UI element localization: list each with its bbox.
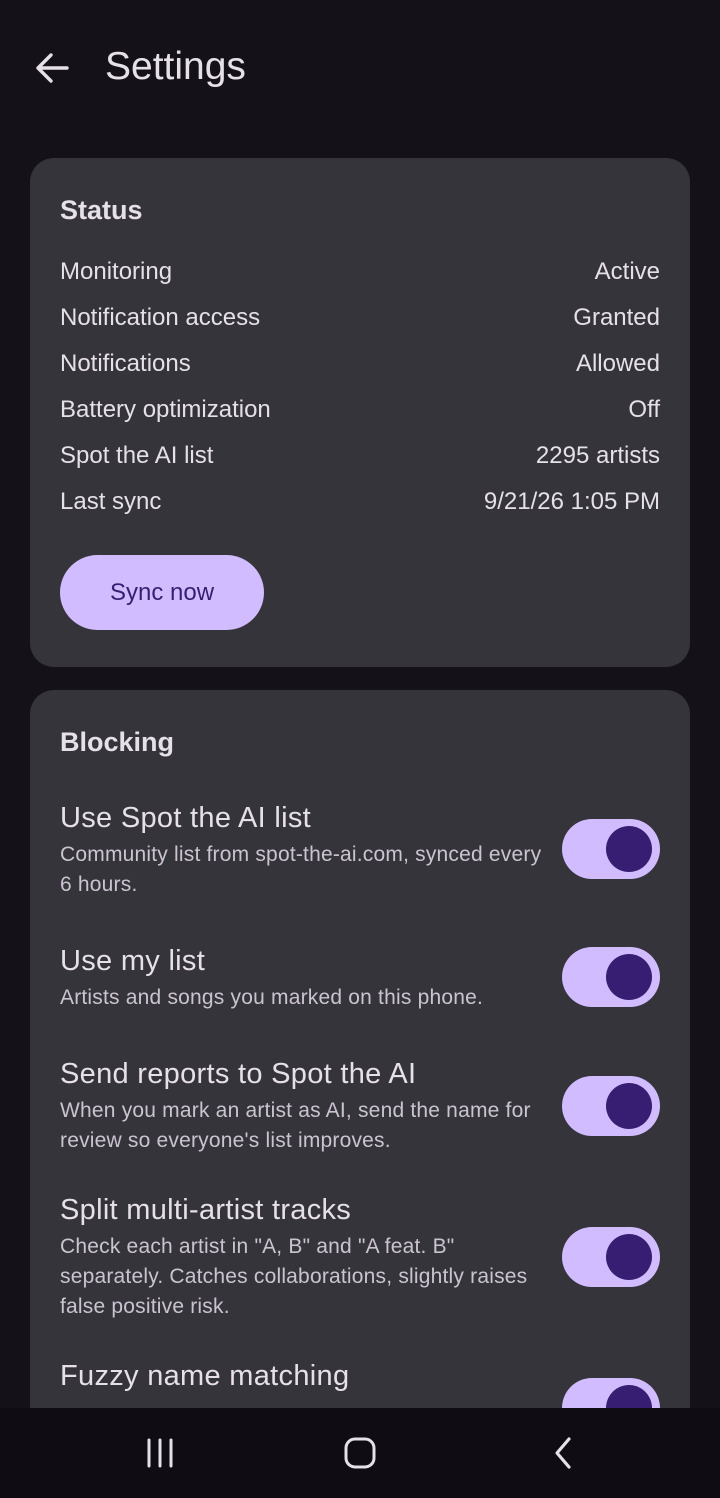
status-value: Active xyxy=(594,258,660,285)
status-value: 9/21/26 1:05 PM xyxy=(483,488,660,515)
home-button[interactable] xyxy=(325,1426,395,1480)
blocking-card-title: Blocking xyxy=(60,727,175,757)
setting-description: Community list from spot-the-ai.com, syn… xyxy=(60,843,542,896)
status-row-notification-access: Notification access Granted xyxy=(60,298,660,338)
nav-back-icon xyxy=(555,1437,571,1469)
status-label: Notifications xyxy=(60,350,191,377)
recents-button[interactable] xyxy=(125,1426,195,1480)
status-label: Battery optimization xyxy=(60,396,271,423)
send-reports-toggle[interactable] xyxy=(562,1076,660,1136)
use-spot-the-ai-list-toggle[interactable] xyxy=(562,819,660,879)
setting-use-my-list[interactable]: Use my list Artists and songs you marked… xyxy=(60,943,660,1023)
page-title: Settings xyxy=(105,45,246,88)
setting-description: Check each artist in "A, B" and "A feat.… xyxy=(60,1235,528,1318)
system-navigation-bar xyxy=(0,1408,720,1498)
recents-icon xyxy=(147,1438,173,1468)
status-label: Monitoring xyxy=(60,258,173,285)
setting-description: When you mark an artist as AI, send the … xyxy=(60,1099,531,1152)
blocking-card: Blocking Use Spot the AI list Community … xyxy=(30,690,690,1450)
toggle-thumb xyxy=(606,826,652,872)
setting-send-reports[interactable]: Send reports to Spot the AI When you mar… xyxy=(60,1056,660,1166)
status-row-last-sync: Last sync 9/21/26 1:05 PM xyxy=(60,482,660,522)
toggle-thumb xyxy=(606,1083,652,1129)
setting-use-spot-the-ai-list[interactable]: Use Spot the AI list Community list from… xyxy=(60,800,660,910)
top-app-bar: Settings xyxy=(0,0,720,136)
status-value: Off xyxy=(628,396,660,423)
toggle-thumb xyxy=(606,954,652,1000)
setting-title: Split multi-artist tracks xyxy=(60,1194,352,1226)
status-row-monitoring: Monitoring Active xyxy=(60,252,660,292)
split-multi-artist-tracks-toggle[interactable] xyxy=(562,1227,660,1287)
status-value: Granted xyxy=(573,304,660,331)
arrow-back-icon xyxy=(36,53,69,83)
status-label: Last sync xyxy=(60,488,162,515)
use-my-list-toggle[interactable] xyxy=(562,947,660,1007)
status-row-spot-the-ai-list: Spot the AI list 2295 artists xyxy=(60,436,660,476)
status-label: Spot the AI list xyxy=(60,442,214,469)
setting-split-multi-artist-tracks[interactable]: Split multi-artist tracks Check each art… xyxy=(60,1192,660,1332)
toggle-thumb xyxy=(606,1234,652,1280)
settings-screen: Settings Status Monitoring Active Notifi… xyxy=(0,0,720,1498)
status-value: 2295 artists xyxy=(535,442,660,469)
nav-back-button[interactable] xyxy=(528,1426,598,1480)
home-icon xyxy=(344,1437,376,1469)
sync-now-button[interactable]: Sync now xyxy=(60,555,264,630)
status-label: Notification access xyxy=(60,304,261,331)
status-card: Status Monitoring Active Notification ac… xyxy=(30,158,690,667)
status-value: Allowed xyxy=(575,350,660,377)
status-row-notifications: Notifications Allowed xyxy=(60,344,660,384)
back-button[interactable] xyxy=(22,38,82,98)
status-card-title: Status xyxy=(60,195,143,225)
setting-description: Artists and songs you marked on this pho… xyxy=(60,986,484,1009)
status-row-battery-optimization: Battery optimization Off xyxy=(60,390,660,430)
